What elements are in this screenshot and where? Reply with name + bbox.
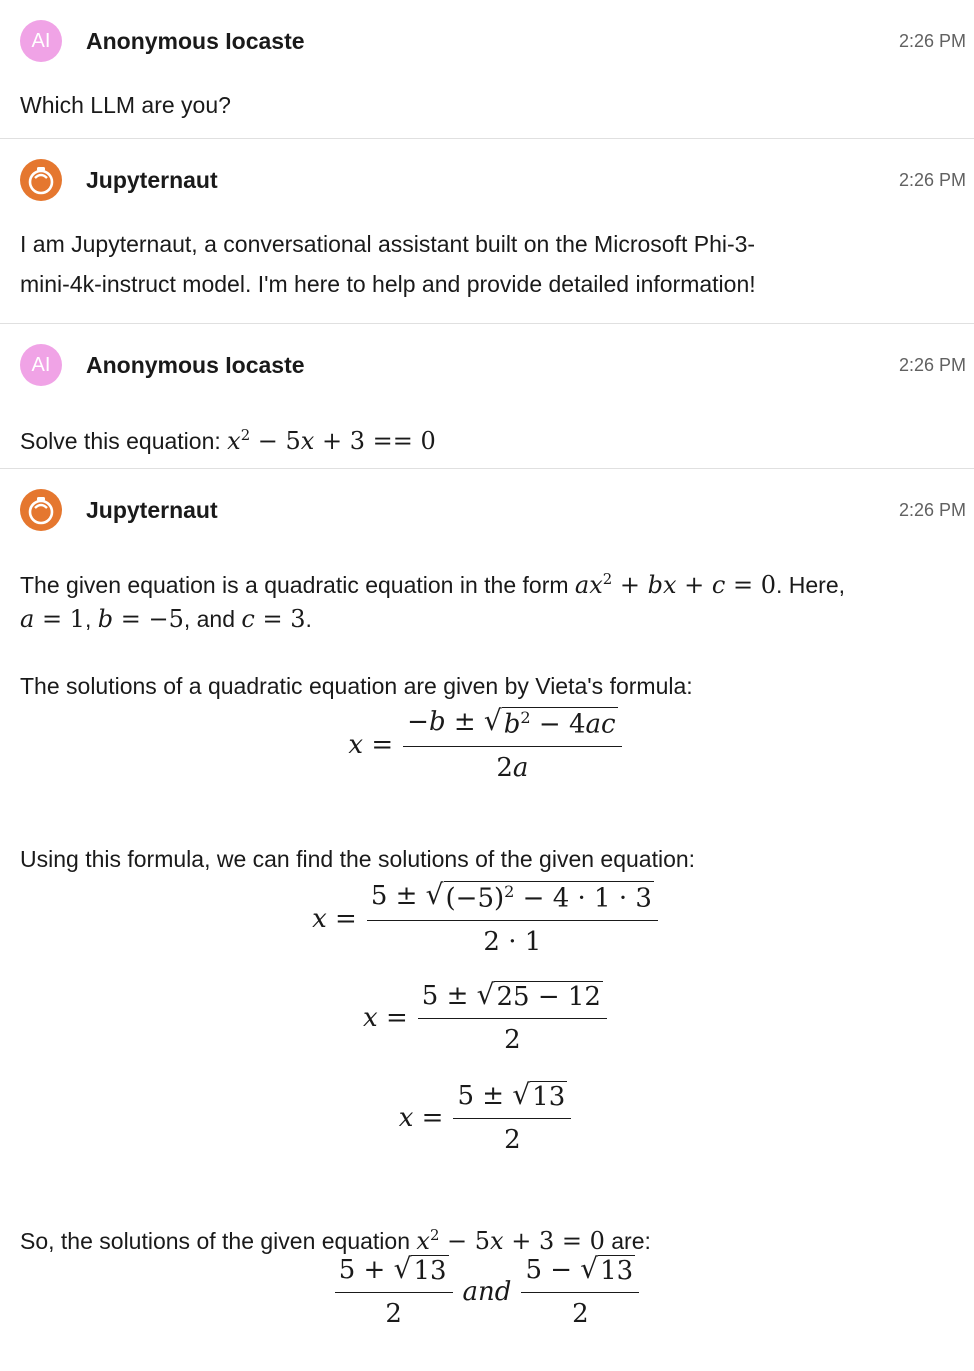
paragraph-1-line-2: a = 1, b = −5, and c = 3. (20, 605, 312, 633)
final-solutions: 5 + √ 13 2 and 5 − √ 13 2 (0, 1255, 974, 1329)
solution-step-2: x = 5 ± √ 25 − 12 2 (0, 981, 974, 1055)
author-name: Jupyternaut (86, 167, 218, 193)
jupyternaut-icon (28, 167, 54, 195)
message-text-line-2: mini-4k-instruct model. I'm here to help… (20, 271, 756, 297)
paragraph-text: . Here, (775, 572, 846, 598)
math-equation: x2 − 5x + 3 == 0 (227, 426, 436, 455)
message-text: Which LLM are you? (20, 92, 231, 118)
math-a: a = 1 (20, 605, 85, 633)
quadratic-formula: x = −b ± √ b2 − 4ac 2a (0, 707, 974, 783)
message-2: Jupyternaut 2:26 PM I am Jupyternaut, a … (0, 139, 974, 324)
message-text-line-1: I am Jupyternaut, a conversational assis… (20, 231, 756, 257)
user-avatar: AI (20, 20, 62, 62)
solution-step-3: x = 5 ± √ 13 2 (0, 1081, 974, 1155)
math-quadratic-form: ax2 + bx + c = 0 (574, 570, 776, 599)
message-3: AI Anonymous Iocaste 2:26 PM Solve this … (0, 324, 974, 469)
message-text: Solve this equation: x2 − 5x + 3 == 0 (20, 415, 436, 461)
timestamp: 2:26 PM (898, 355, 966, 375)
paragraph-text: The given equation is a quadratic equati… (20, 572, 575, 598)
paragraph-3: Using this formula, we can find the solu… (20, 846, 696, 872)
message-prefix: Solve this equation: (20, 428, 228, 454)
paragraph-text: So, the solutions of the given equation (20, 1228, 417, 1254)
timestamp: 2:26 PM (898, 31, 966, 51)
jupyternaut-icon (28, 497, 54, 525)
math-c: c = 3 (241, 605, 306, 633)
jupyternaut-avatar (20, 489, 62, 531)
avatar-initials: AI (31, 353, 51, 376)
author-name: Anonymous Iocaste (86, 352, 305, 378)
math-equation: x2 − 5x + 3 = 0 (416, 1226, 605, 1255)
jupyternaut-avatar (20, 159, 62, 201)
paragraph-text: are: (604, 1228, 651, 1254)
solution-step-1: x = 5 ± √ (−5)2 − 4 · 1 · 3 2 · 1 (0, 881, 974, 957)
message-4: Jupyternaut 2:26 PM The given equation i… (0, 469, 974, 1371)
avatar-initials: AI (31, 29, 51, 52)
math-b: b = −5 (97, 605, 184, 633)
author-name: Anonymous Iocaste (86, 28, 305, 54)
timestamp: 2:26 PM (898, 170, 966, 190)
paragraph-2: The solutions of a quadratic equation ar… (20, 673, 693, 699)
user-avatar: AI (20, 344, 62, 386)
and-word: and (462, 1277, 512, 1307)
timestamp: 2:26 PM (898, 500, 966, 520)
message-1: AI Anonymous Iocaste 2:26 PM Which LLM a… (0, 0, 974, 139)
author-name: Jupyternaut (86, 497, 218, 523)
paragraph-text: , and (183, 606, 242, 632)
